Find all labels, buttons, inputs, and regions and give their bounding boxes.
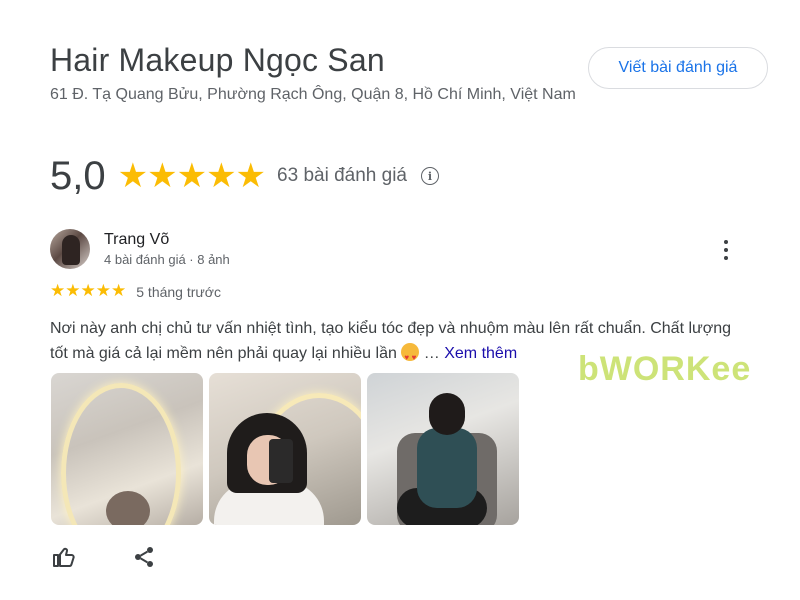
heart-eyes-emoji-icon — [401, 343, 420, 370]
star-icon: ★ — [111, 281, 127, 300]
review-rating: ★★★★★ 5 tháng trước — [50, 282, 221, 301]
review-ellipsis: … — [423, 345, 440, 362]
read-more-link[interactable]: Xem thêm — [444, 345, 517, 362]
reviewer-meta: 4 bài đánh giá · 8 ảnh — [104, 252, 230, 267]
more-options-icon[interactable] — [716, 238, 736, 262]
star-icon: ★ — [147, 157, 178, 195]
rating-summary: 5,0 ★ ★ ★ ★ ★ 63 bài đánh giá i — [50, 148, 439, 204]
like-icon[interactable] — [52, 545, 76, 569]
review-photo[interactable] — [51, 373, 203, 525]
review-photo[interactable] — [367, 373, 519, 525]
review-actions — [52, 545, 156, 569]
review-time: 5 tháng trước — [136, 283, 221, 300]
share-icon[interactable] — [132, 545, 156, 569]
review-count[interactable]: 63 bài đánh giá — [277, 165, 407, 187]
place-title: Hair Makeup Ngọc San — [50, 42, 385, 78]
review-photos — [51, 373, 519, 525]
star-icon: ★ — [206, 157, 237, 195]
star-icon: ★ — [80, 281, 96, 300]
star-icon: ★ — [117, 157, 149, 195]
info-icon[interactable]: i — [420, 167, 439, 185]
star-icon: ★ — [65, 281, 81, 300]
avatar[interactable] — [50, 229, 90, 269]
write-review-button[interactable]: Viết bài đánh giá — [588, 47, 768, 89]
rating-score: 5,0 — [50, 153, 106, 198]
reviewer-name[interactable]: Trang Võ — [104, 231, 169, 249]
star-icon: ★ — [50, 281, 66, 300]
review-photo[interactable] — [209, 373, 361, 525]
rating-stars: ★ ★ ★ ★ ★ — [117, 157, 267, 195]
watermark: bWORKee — [578, 350, 752, 388]
star-icon: ★ — [235, 157, 267, 195]
review-stars: ★★★★★ — [50, 282, 126, 301]
star-icon: ★ — [95, 281, 111, 300]
place-address: 61 Đ. Tạ Quang Bửu, Phường Rạch Ông, Quậ… — [50, 86, 576, 103]
star-icon: ★ — [176, 157, 208, 195]
